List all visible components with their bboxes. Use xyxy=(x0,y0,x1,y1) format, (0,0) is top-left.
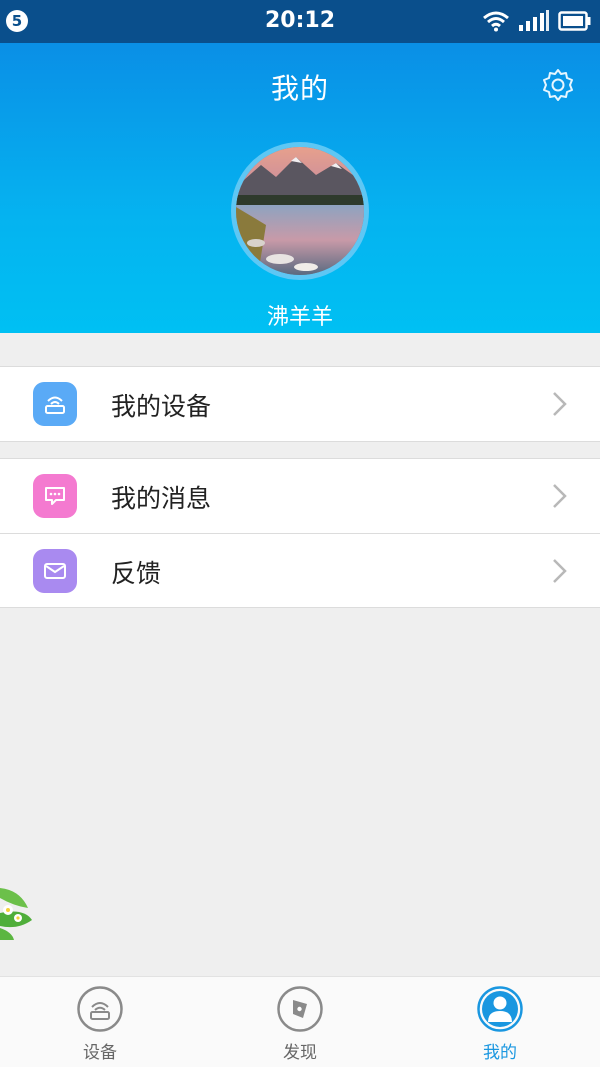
battery-icon xyxy=(558,11,591,31)
compass-icon xyxy=(277,986,323,1032)
chevron-right-icon xyxy=(553,392,567,416)
gear-icon[interactable] xyxy=(538,65,578,105)
menu-item-feedback[interactable]: 反馈 xyxy=(0,533,600,607)
signal-icon xyxy=(519,10,549,31)
menu-item-label: 我的消息 xyxy=(111,484,212,513)
message-icon xyxy=(33,474,77,518)
nav-label: 发现 xyxy=(283,1043,317,1063)
nav-tab-devices[interactable]: 设备 xyxy=(0,977,200,1067)
profile-header: 我的 沸羊羊 xyxy=(0,43,600,333)
chevron-right-icon xyxy=(553,484,567,508)
bottom-nav: 设备 发现 我的 xyxy=(0,976,600,1067)
menu-item-my-devices[interactable]: 我的设备 xyxy=(0,367,600,441)
menu-item-label: 反馈 xyxy=(111,559,162,588)
page-title: 我的 xyxy=(270,72,329,105)
menu-group-devices: 我的设备 xyxy=(0,366,600,442)
menu-group-messages: 我的消息 反馈 xyxy=(0,458,600,608)
wifi-icon xyxy=(483,11,509,32)
menu-item-my-messages[interactable]: 我的消息 xyxy=(0,459,600,533)
status-icons xyxy=(482,10,592,32)
status-bar: 5 20:12 xyxy=(0,0,600,43)
mail-icon xyxy=(33,549,77,593)
person-icon xyxy=(477,986,523,1032)
router-icon xyxy=(33,382,77,426)
router-icon xyxy=(77,986,123,1032)
flower-float-icon[interactable] xyxy=(0,868,36,940)
username: 沸羊羊 xyxy=(266,305,333,330)
chevron-right-icon xyxy=(553,559,567,583)
nav-label: 设备 xyxy=(83,1043,117,1063)
nav-tab-mine[interactable]: 我的 xyxy=(400,977,600,1067)
menu-item-label: 我的设备 xyxy=(111,392,212,421)
avatar[interactable] xyxy=(231,142,369,280)
avatar-image xyxy=(236,147,364,275)
nav-tab-discover[interactable]: 发现 xyxy=(200,977,400,1067)
nav-label: 我的 xyxy=(483,1043,517,1063)
